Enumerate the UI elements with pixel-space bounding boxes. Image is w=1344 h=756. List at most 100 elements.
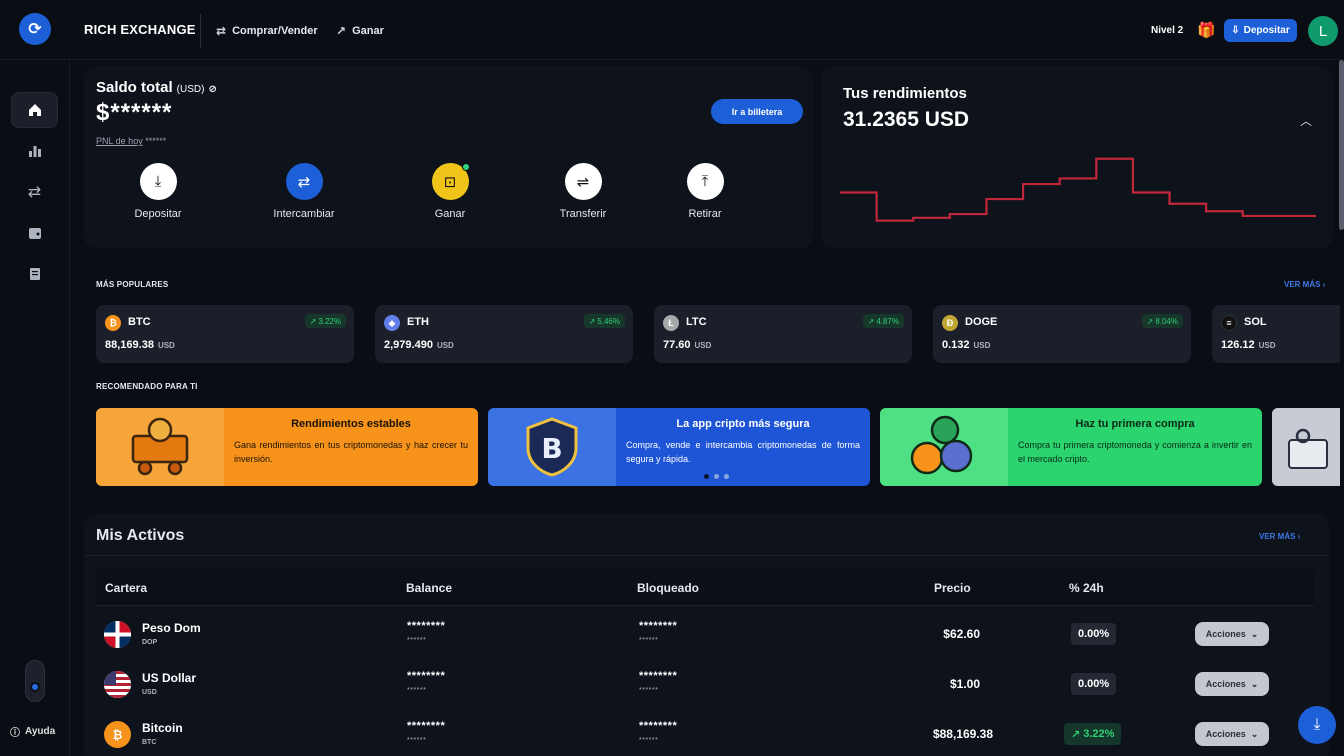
actions-dropdown[interactable]: Acciones ⌄ xyxy=(1195,672,1269,696)
chevron-down-icon: ⌄ xyxy=(1250,728,1259,739)
change-badge: ↗ 5.46% xyxy=(583,314,625,328)
table-row: US Dollar USD ******** ****** ******** *… xyxy=(96,659,1314,709)
banner-primera-compra[interactable]: Haz tu primera compra Compra tu primera … xyxy=(880,408,1262,486)
mining-cart-icon xyxy=(96,408,224,486)
action-deposit[interactable]: ⤓ Depositar xyxy=(113,163,203,220)
chevron-down-icon: ⌄ xyxy=(1250,628,1259,639)
balance-value: $****** xyxy=(96,99,173,126)
download-icon: ⤓ xyxy=(1313,716,1321,733)
performance-title: Tus rendimientos xyxy=(843,85,967,102)
solana-icon: ≡ xyxy=(1221,315,1237,331)
litecoin-icon: Ł xyxy=(663,315,679,331)
logo-icon[interactable]: ⟳ xyxy=(19,13,51,45)
us-flag-icon xyxy=(104,671,131,698)
action-withdraw[interactable]: ⤒ Retirar xyxy=(660,163,750,220)
notification-dot xyxy=(461,163,470,171)
swap-icon: ⇄ xyxy=(285,163,323,200)
action-earn[interactable]: ⊡ Ganar xyxy=(405,163,495,220)
nav-comprar-vender[interactable]: ⇄ Comprar/Vender xyxy=(216,24,318,38)
eye-off-icon[interactable]: ⊘ xyxy=(208,84,216,95)
actions-dropdown[interactable]: Acciones ⌄ xyxy=(1195,722,1269,746)
coin-card-eth[interactable]: ◆ ETH ↗ 5.46% 2,979.490 USD xyxy=(375,305,633,363)
table-header xyxy=(96,569,1314,606)
go-to-wallet-button[interactable]: Ir a billetera xyxy=(711,99,803,124)
deposit-button[interactable]: ⇩ Depositar xyxy=(1224,19,1297,42)
coin-card-ltc[interactable]: Ł LTC ↗ 4.87% 77.60 USD xyxy=(654,305,912,363)
change-badge: 0.00% xyxy=(1071,623,1117,645)
nav-ganar[interactable]: ↗ Ganar xyxy=(336,24,384,38)
change-badge: ↗ 3.22% xyxy=(304,314,346,328)
theme-toggle[interactable] xyxy=(25,660,45,702)
actions-dropdown[interactable]: Acciones ⌄ xyxy=(1195,622,1269,646)
bitcoin-icon: ₿ xyxy=(104,721,131,748)
banner-partial[interactable] xyxy=(1272,408,1340,486)
bitcoin-icon: ₿ xyxy=(105,315,121,331)
svg-text:B: B xyxy=(541,432,562,465)
action-transfer[interactable]: ⇌ Transferir xyxy=(538,163,628,220)
sidebar-item-history[interactable] xyxy=(11,256,58,292)
chevron-up-icon[interactable]: ︿ xyxy=(1300,112,1312,129)
sidebar-item-markets[interactable] xyxy=(11,133,58,169)
table-row: Peso Dom DOP ******** ****** ******** **… xyxy=(96,609,1314,659)
balance-label: Saldo total (USD) ⊘ xyxy=(96,79,217,96)
col-bloqueado[interactable]: Bloqueado xyxy=(637,581,699,595)
coin-card-btc[interactable]: ₿ BTC ↗ 3.22% 88,169.38 USD xyxy=(96,305,354,363)
top-bar: ⟳ RICH EXCHANGE ⇄ Comprar/Vender ↗ Ganar… xyxy=(0,0,1344,60)
home-icon xyxy=(28,104,41,116)
scrollbar[interactable] xyxy=(1339,60,1344,230)
gift-icon[interactable]: 🎁 xyxy=(1197,21,1216,39)
sidebar-item-exchange[interactable]: ⇄ xyxy=(11,174,58,210)
help-link[interactable]: ⓘ Ayuda xyxy=(10,724,55,739)
wallet-icon xyxy=(28,228,41,239)
swap-icon: ⇄ xyxy=(27,184,42,201)
swap-icon: ⇄ xyxy=(216,24,227,38)
carousel-dots xyxy=(704,474,729,479)
toggle-knob xyxy=(30,682,40,692)
divider xyxy=(200,14,201,48)
security-lock-icon xyxy=(1272,408,1340,486)
dominican-flag-icon xyxy=(104,621,131,648)
col-balance[interactable]: Balance xyxy=(406,581,452,595)
popular-title: MÁS POPULARES xyxy=(96,280,169,289)
col-cartera[interactable]: Cartera xyxy=(105,581,147,595)
sidebar-item-home[interactable] xyxy=(11,92,58,128)
banner-rendimientos[interactable]: Rendimientos estables Gana rendimientos … xyxy=(96,408,478,486)
sidebar-item-wallet[interactable] xyxy=(11,215,58,251)
carousel-dot[interactable] xyxy=(724,474,729,479)
change-badge: ↗ 4.87% xyxy=(862,314,904,328)
divider xyxy=(84,555,1329,556)
recommended-title: RECOMENDADO PARA TI xyxy=(96,382,198,391)
performance-line xyxy=(840,157,1316,222)
chart-bar-icon xyxy=(28,146,41,157)
coin-card-sol[interactable]: ≡ SOL 126.12 USD xyxy=(1212,305,1340,363)
change-badge: ↗ 3.22% xyxy=(1064,723,1122,745)
transfer-icon: ⇌ xyxy=(564,163,602,200)
user-level: Nivel 2 xyxy=(1151,25,1184,36)
sidebar: ⇄ ⓘ Ayuda xyxy=(0,60,70,756)
action-swap[interactable]: ⇄ Intercambiar xyxy=(259,163,349,220)
popular-see-more-link[interactable]: VER MÁS › xyxy=(1284,280,1325,289)
change-badge: ↗ 8.04% xyxy=(1141,314,1183,328)
chevron-down-icon: ⌄ xyxy=(1250,678,1259,689)
brand-name: RICH EXCHANGE xyxy=(84,22,196,37)
dogecoin-icon: Ð xyxy=(942,315,958,331)
table-row: ₿ Bitcoin BTC ******** ****** ******** *… xyxy=(96,709,1314,756)
assets-see-more-link[interactable]: VER MÁS › xyxy=(1259,532,1300,541)
receipt-icon xyxy=(29,268,40,280)
carousel-dot[interactable] xyxy=(714,474,719,479)
banner-app-segura[interactable]: B La app cripto más segura Compra, vende… xyxy=(488,408,870,486)
carousel-dot[interactable] xyxy=(704,474,709,479)
pnl-today: PNL de hoy ****** xyxy=(96,136,167,146)
coin-card-doge[interactable]: Ð DOGE ↗ 8.04% 0.132 USD xyxy=(933,305,1191,363)
deposit-icon: ⇩ xyxy=(1231,25,1240,36)
download-fab-button[interactable]: ⤓ xyxy=(1298,706,1336,744)
change-badge: 0.00% xyxy=(1071,673,1117,695)
avatar[interactable]: L xyxy=(1308,16,1338,46)
coins-icon xyxy=(880,408,1008,486)
col-change[interactable]: % 24h xyxy=(1069,581,1104,595)
ethereum-icon: ◆ xyxy=(384,315,400,331)
withdraw-icon: ⤒ xyxy=(686,163,724,200)
bitcoin-shield-icon: B xyxy=(488,408,616,486)
col-precio[interactable]: Precio xyxy=(934,581,971,595)
earn-icon: ⊡ xyxy=(431,163,470,200)
